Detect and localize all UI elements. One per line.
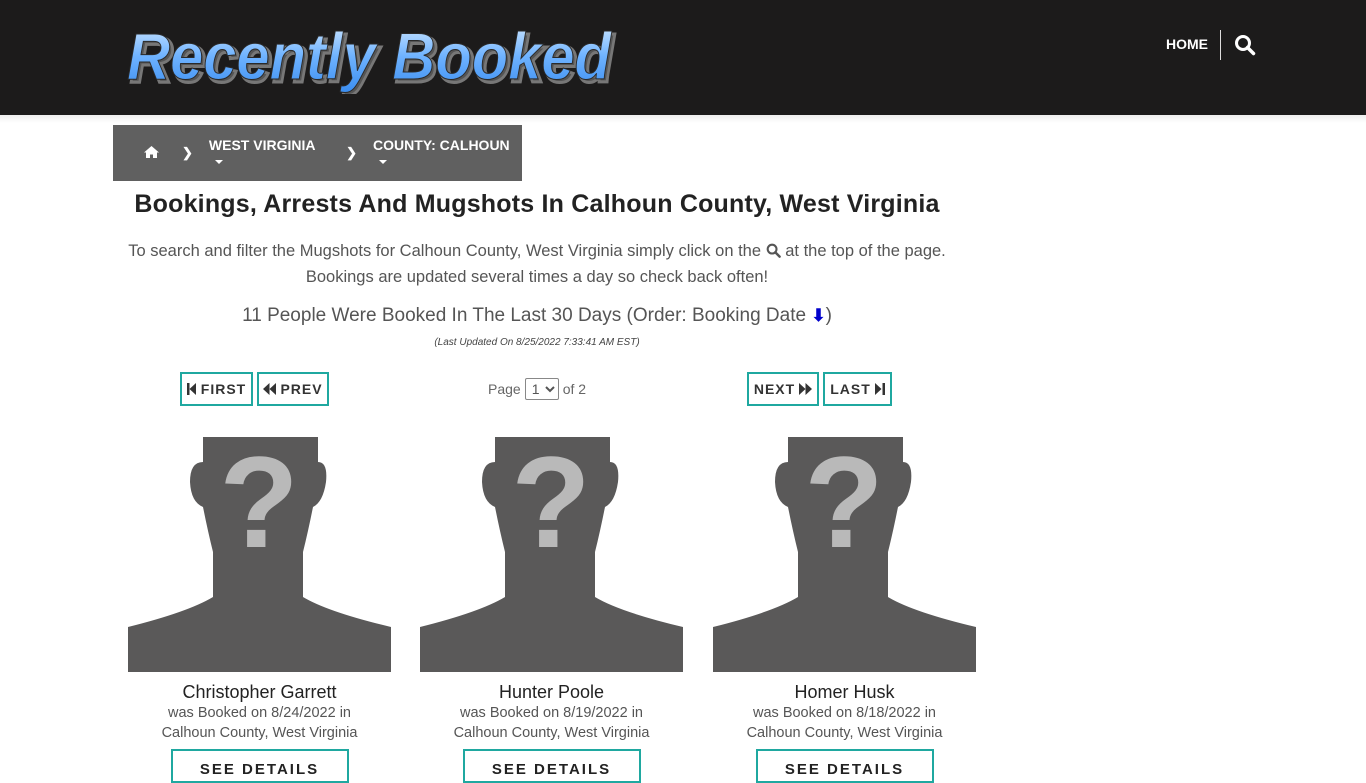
person-card: ? Hunter Poole was Booked on 8/19/2022 i… (420, 437, 683, 783)
person-card: ? Homer Husk was Booked on 8/18/2022 in … (713, 437, 976, 783)
site-logo[interactable]: Recently Booked Recently Booked (124, 18, 619, 98)
svg-text:?: ? (511, 437, 590, 575)
first-label: FIRST (200, 381, 247, 397)
unknown-person-icon: ? (713, 437, 976, 672)
booking-date: was Booked on 8/19/2022 in (460, 705, 643, 721)
breadcrumb-state-label: WEST VIRGINIA (208, 137, 316, 153)
unknown-person-icon: ? (420, 437, 683, 672)
booking-count-close: ) (825, 305, 832, 326)
page-title: Bookings, Arrests And Mugshots In Calhou… (134, 190, 940, 218)
first-page-button[interactable]: FIRST (180, 372, 253, 406)
home-icon[interactable] (143, 145, 160, 162)
breadcrumb-state[interactable]: WEST VIRGINIA (209, 137, 328, 169)
page-total: of 2 (562, 381, 587, 397)
see-details-button[interactable]: SEE DETAILS (462, 749, 641, 783)
next-page-button[interactable]: NEXT (747, 372, 819, 406)
step-backward-icon (186, 383, 196, 395)
booking-date: was Booked on 8/18/2022 in (753, 705, 936, 721)
site-header: Recently Booked Recently Booked HOME (0, 0, 1366, 115)
step-forward-icon (874, 383, 885, 395)
page-label: Page (488, 381, 521, 397)
prev-label: PREV (280, 381, 323, 397)
person-card: ? Christopher Garrett was Booked on 8/24… (128, 437, 391, 783)
page-select[interactable]: 1 (524, 378, 559, 400)
header-shadow (0, 115, 1366, 123)
booking-date: was Booked on 8/24/2022 in (168, 705, 351, 721)
backward-icon (263, 383, 277, 395)
chevron-right-icon: ❯ (182, 145, 193, 160)
booking-count: 11 People Were Booked In The Last 30 Day… (113, 305, 961, 327)
intro-after: at the top of the page. (785, 242, 946, 260)
unknown-person-icon: ? (128, 437, 391, 672)
caret-down-icon (214, 160, 223, 165)
svg-text:?: ? (219, 437, 298, 575)
intro-line2: Bookings are updated several times a day… (305, 268, 769, 286)
person-name[interactable]: Hunter Poole (420, 682, 683, 703)
booking-location: Calhoun County, West Virginia (453, 725, 650, 741)
breadcrumb-county[interactable]: COUNTY: CALHOUN (373, 137, 522, 169)
search-icon (766, 240, 781, 258)
booking-location: Calhoun County, West Virginia (746, 725, 943, 741)
next-label: NEXT (753, 381, 796, 397)
see-details-button[interactable]: SEE DETAILS (170, 749, 349, 783)
breadcrumb: ❯ WEST VIRGINIA ❯ COUNTY: CALHOUN (113, 125, 522, 181)
nav-home-link[interactable]: HOME (1166, 36, 1208, 52)
mugshot-placeholder[interactable]: ? (713, 437, 976, 672)
person-name[interactable]: Homer Husk (713, 682, 976, 703)
intro-text: To search and filter the Mugshots for Ca… (113, 238, 961, 290)
logo-text: Recently Booked (127, 19, 613, 93)
breadcrumb-county-label: COUNTY: CALHOUN (373, 137, 510, 153)
search-icon[interactable] (1234, 34, 1256, 56)
page-selector: Page 1 of 2 (488, 378, 586, 400)
last-updated: (Last Updated On 8/25/2022 7:33:41 AM ES… (434, 337, 640, 348)
chevron-right-icon: ❯ (346, 145, 358, 160)
prev-page-button[interactable]: PREV (257, 372, 329, 406)
forward-icon (799, 383, 813, 395)
last-label: LAST (830, 381, 871, 397)
svg-text:?: ? (804, 437, 883, 575)
booking-location: Calhoun County, West Virginia (161, 725, 358, 741)
person-name[interactable]: Christopher Garrett (128, 682, 391, 703)
last-page-button[interactable]: LAST (823, 372, 892, 406)
booking-count-text: 11 People Were Booked In The Last 30 Day… (242, 305, 807, 326)
intro-before: To search and filter the Mugshots for Ca… (128, 242, 762, 260)
nav-divider (1220, 30, 1221, 60)
caret-down-icon (379, 160, 388, 165)
mugshot-placeholder[interactable]: ? (128, 437, 391, 672)
double-chevron-down-icon[interactable]: ⬇ (811, 306, 825, 325)
logo-graphic: Recently Booked Recently Booked (127, 19, 618, 98)
see-details-button[interactable]: SEE DETAILS (755, 749, 934, 783)
mugshot-placeholder[interactable]: ? (420, 437, 683, 672)
